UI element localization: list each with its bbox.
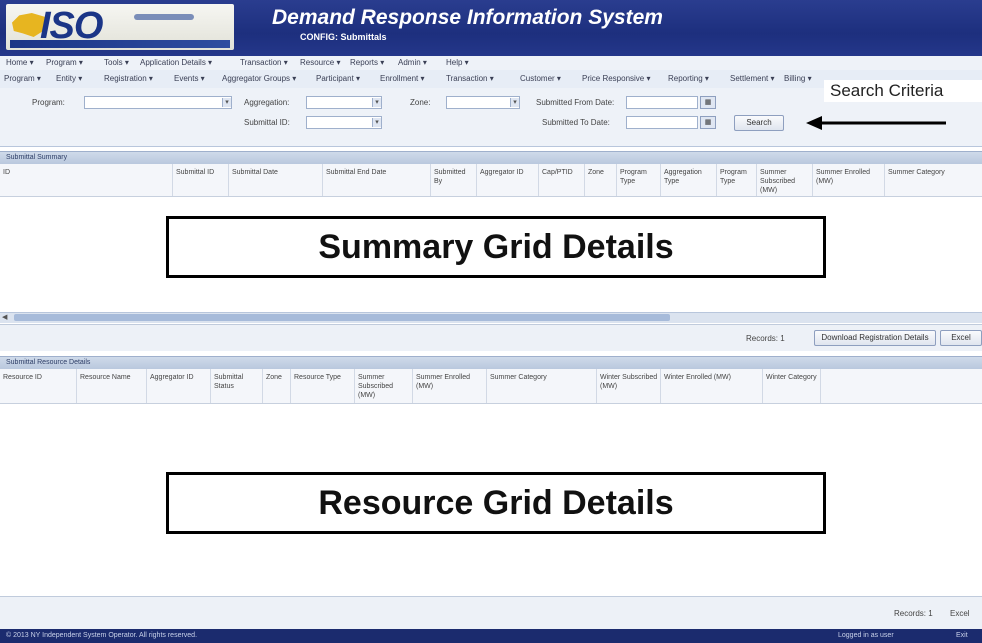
menu-item-tools[interactable]: Tools ▾ — [104, 58, 129, 67]
copyright-text: © 2013 NY Independent System Operator. A… — [6, 632, 198, 639]
menu-item-application-details[interactable]: Application Details ▾ — [140, 58, 212, 67]
chevron-down-icon[interactable]: ▾ — [510, 98, 519, 107]
resource-record-count: Records: 1 — [894, 609, 933, 618]
summary-col-summer-subscribed[interactable]: Summer Subscribed (MW) — [756, 164, 812, 196]
logo-tagline-bar — [10, 40, 230, 48]
summary-grid-header: ID Submittal ID Submittal Date Submittal… — [0, 164, 982, 197]
calendar-icon[interactable]: ▦ — [700, 116, 716, 129]
submitted-from-label: Submitted From Date: — [536, 98, 615, 107]
submitted-to-date-input[interactable] — [626, 116, 698, 129]
callout-arrow-icon — [806, 116, 946, 130]
scrollbar-thumb[interactable] — [14, 314, 670, 321]
resource-col-resource-id[interactable]: Resource ID — [0, 369, 76, 403]
menu-item-resource[interactable]: Resource ▾ — [300, 58, 340, 67]
summary-col-program-type-2[interactable]: Program Type — [716, 164, 756, 196]
resource-col-winter-subscribed[interactable]: Winter Subscribed (MW) — [596, 369, 660, 403]
resource-col-summer-enrolled[interactable]: Summer Enrolled (MW) — [412, 369, 486, 403]
summary-export-button[interactable]: Excel — [940, 330, 982, 346]
summary-grid-callout: Summary Grid Details — [166, 216, 826, 278]
resource-section-bar[interactable]: Submittal Resource Details — [0, 356, 982, 370]
resource-col-empty — [820, 369, 982, 403]
summary-col-summer-category[interactable]: Summer Category — [884, 164, 982, 196]
menu2-item-transaction[interactable]: Transaction ▾ — [446, 74, 494, 83]
app-subtitle: CONFIG: Submittals — [300, 32, 387, 42]
summary-col-cap-ptid[interactable]: Cap/PTID — [538, 164, 584, 196]
logo-swoosh — [134, 14, 194, 20]
resource-col-resource-type[interactable]: Resource Type — [290, 369, 354, 403]
menu-item-transaction[interactable]: Transaction ▾ — [240, 58, 288, 67]
menu-item-reports[interactable]: Reports ▾ — [350, 58, 384, 67]
resource-grid-callout: Resource Grid Details — [166, 472, 826, 534]
menu2-item-price-responsive[interactable]: Price Responsive ▾ — [582, 74, 651, 83]
summary-col-id[interactable]: ID — [0, 164, 172, 196]
menu2-item-program[interactable]: Program ▾ — [4, 74, 41, 83]
resource-col-resource-name[interactable]: Resource Name — [76, 369, 146, 403]
summary-grid-footer: Records: 1 Download Registration Details… — [0, 324, 982, 351]
submitted-to-label: Submitted To Date: — [542, 118, 610, 127]
menu-item-admin[interactable]: Admin ▾ — [398, 58, 427, 67]
submitted-from-date-input[interactable] — [626, 96, 698, 109]
menu2-item-billing[interactable]: Billing ▾ — [784, 74, 812, 83]
summary-record-count: Records: 1 — [746, 334, 785, 343]
resource-grid-footer: Records: 1 Excel — [0, 596, 982, 629]
summary-col-aggregation-type[interactable]: Aggregation Type — [660, 164, 716, 196]
download-registration-details-button[interactable]: Download Registration Details — [814, 330, 936, 346]
summary-col-submittal-date[interactable]: Submittal Date — [228, 164, 322, 196]
summary-section-bar[interactable]: Submittal Summary — [0, 151, 982, 165]
resource-col-winter-category[interactable]: Winter Category — [762, 369, 820, 403]
chevron-down-icon[interactable]: ▾ — [222, 98, 231, 107]
menu-item-program[interactable]: Program ▾ — [46, 58, 83, 67]
program-label: Program: — [32, 98, 65, 107]
app-title: Demand Response Information System — [272, 6, 663, 29]
nyiso-logo[interactable]: ISO — [6, 4, 234, 50]
summary-horizontal-scrollbar[interactable]: ◀ — [0, 312, 982, 323]
menu2-item-events[interactable]: Events ▾ — [174, 74, 205, 83]
submittal-id-select[interactable]: ▾ — [306, 116, 382, 129]
resource-col-zone[interactable]: Zone — [262, 369, 290, 403]
calendar-icon[interactable]: ▦ — [700, 96, 716, 109]
summary-col-submittal-end-date[interactable]: Submittal End Date — [322, 164, 430, 196]
program-select[interactable]: ▾ — [84, 96, 232, 109]
summary-col-summer-enrolled[interactable]: Summer Enrolled (MW) — [812, 164, 884, 196]
summary-col-submitted-by[interactable]: Submitted By — [430, 164, 476, 196]
app-header: ISO Demand Response Information System C… — [0, 0, 982, 56]
menu2-item-entity[interactable]: Entity ▾ — [56, 74, 82, 83]
menu2-item-participant[interactable]: Participant ▾ — [316, 74, 360, 83]
submittal-id-label: Submittal ID: — [244, 118, 290, 127]
resource-col-summer-category[interactable]: Summer Category — [486, 369, 596, 403]
resource-col-submittal-status[interactable]: Submittal Status — [210, 369, 262, 403]
menu2-item-reporting[interactable]: Reporting ▾ — [668, 74, 709, 83]
summary-col-aggregator-id[interactable]: Aggregator ID — [476, 164, 538, 196]
chevron-left-icon[interactable]: ◀ — [2, 313, 7, 321]
search-button[interactable]: Search — [734, 115, 784, 131]
resource-col-aggregator-id[interactable]: Aggregator ID — [146, 369, 210, 403]
exit-link[interactable]: Exit — [956, 629, 968, 643]
zone-label: Zone: — [410, 98, 431, 107]
status-bar: © 2013 NY Independent System Operator. A… — [0, 629, 982, 643]
resource-export-button[interactable]: Excel — [950, 609, 970, 618]
search-criteria-callout: Search Criteria — [824, 80, 982, 102]
aggregation-label: Aggregation: — [244, 98, 290, 107]
resource-grid-header: Resource ID Resource Name Aggregator ID … — [0, 369, 982, 404]
menu2-item-customer[interactable]: Customer ▾ — [520, 74, 561, 83]
menu2-item-enrollment[interactable]: Enrollment ▾ — [380, 74, 424, 83]
summary-col-program-type[interactable]: Program Type — [616, 164, 660, 196]
menu-item-help[interactable]: Help ▾ — [446, 58, 469, 67]
summary-col-submittal-id[interactable]: Submittal ID — [172, 164, 228, 196]
chevron-down-icon[interactable]: ▾ — [372, 98, 381, 107]
resource-col-winter-enrolled[interactable]: Winter Enrolled (MW) — [660, 369, 762, 403]
summary-col-zone[interactable]: Zone — [584, 164, 616, 196]
chevron-down-icon[interactable]: ▾ — [372, 118, 381, 127]
menu-item-home[interactable]: Home ▾ — [6, 58, 34, 67]
top-menu-bar: Home ▾ Program ▾ Tools ▾ Application Det… — [0, 56, 982, 71]
menu2-item-registration[interactable]: Registration ▾ — [104, 74, 153, 83]
zone-select[interactable]: ▾ — [446, 96, 520, 109]
menu2-item-settlement[interactable]: Settlement ▾ — [730, 74, 774, 83]
resource-col-summer-subscribed[interactable]: Summer Subscribed (MW) — [354, 369, 412, 403]
aggregation-select[interactable]: ▾ — [306, 96, 382, 109]
menu2-item-aggregator-groups[interactable]: Aggregator Groups ▾ — [222, 74, 296, 83]
logged-in-text: Logged in as user — [838, 632, 894, 639]
